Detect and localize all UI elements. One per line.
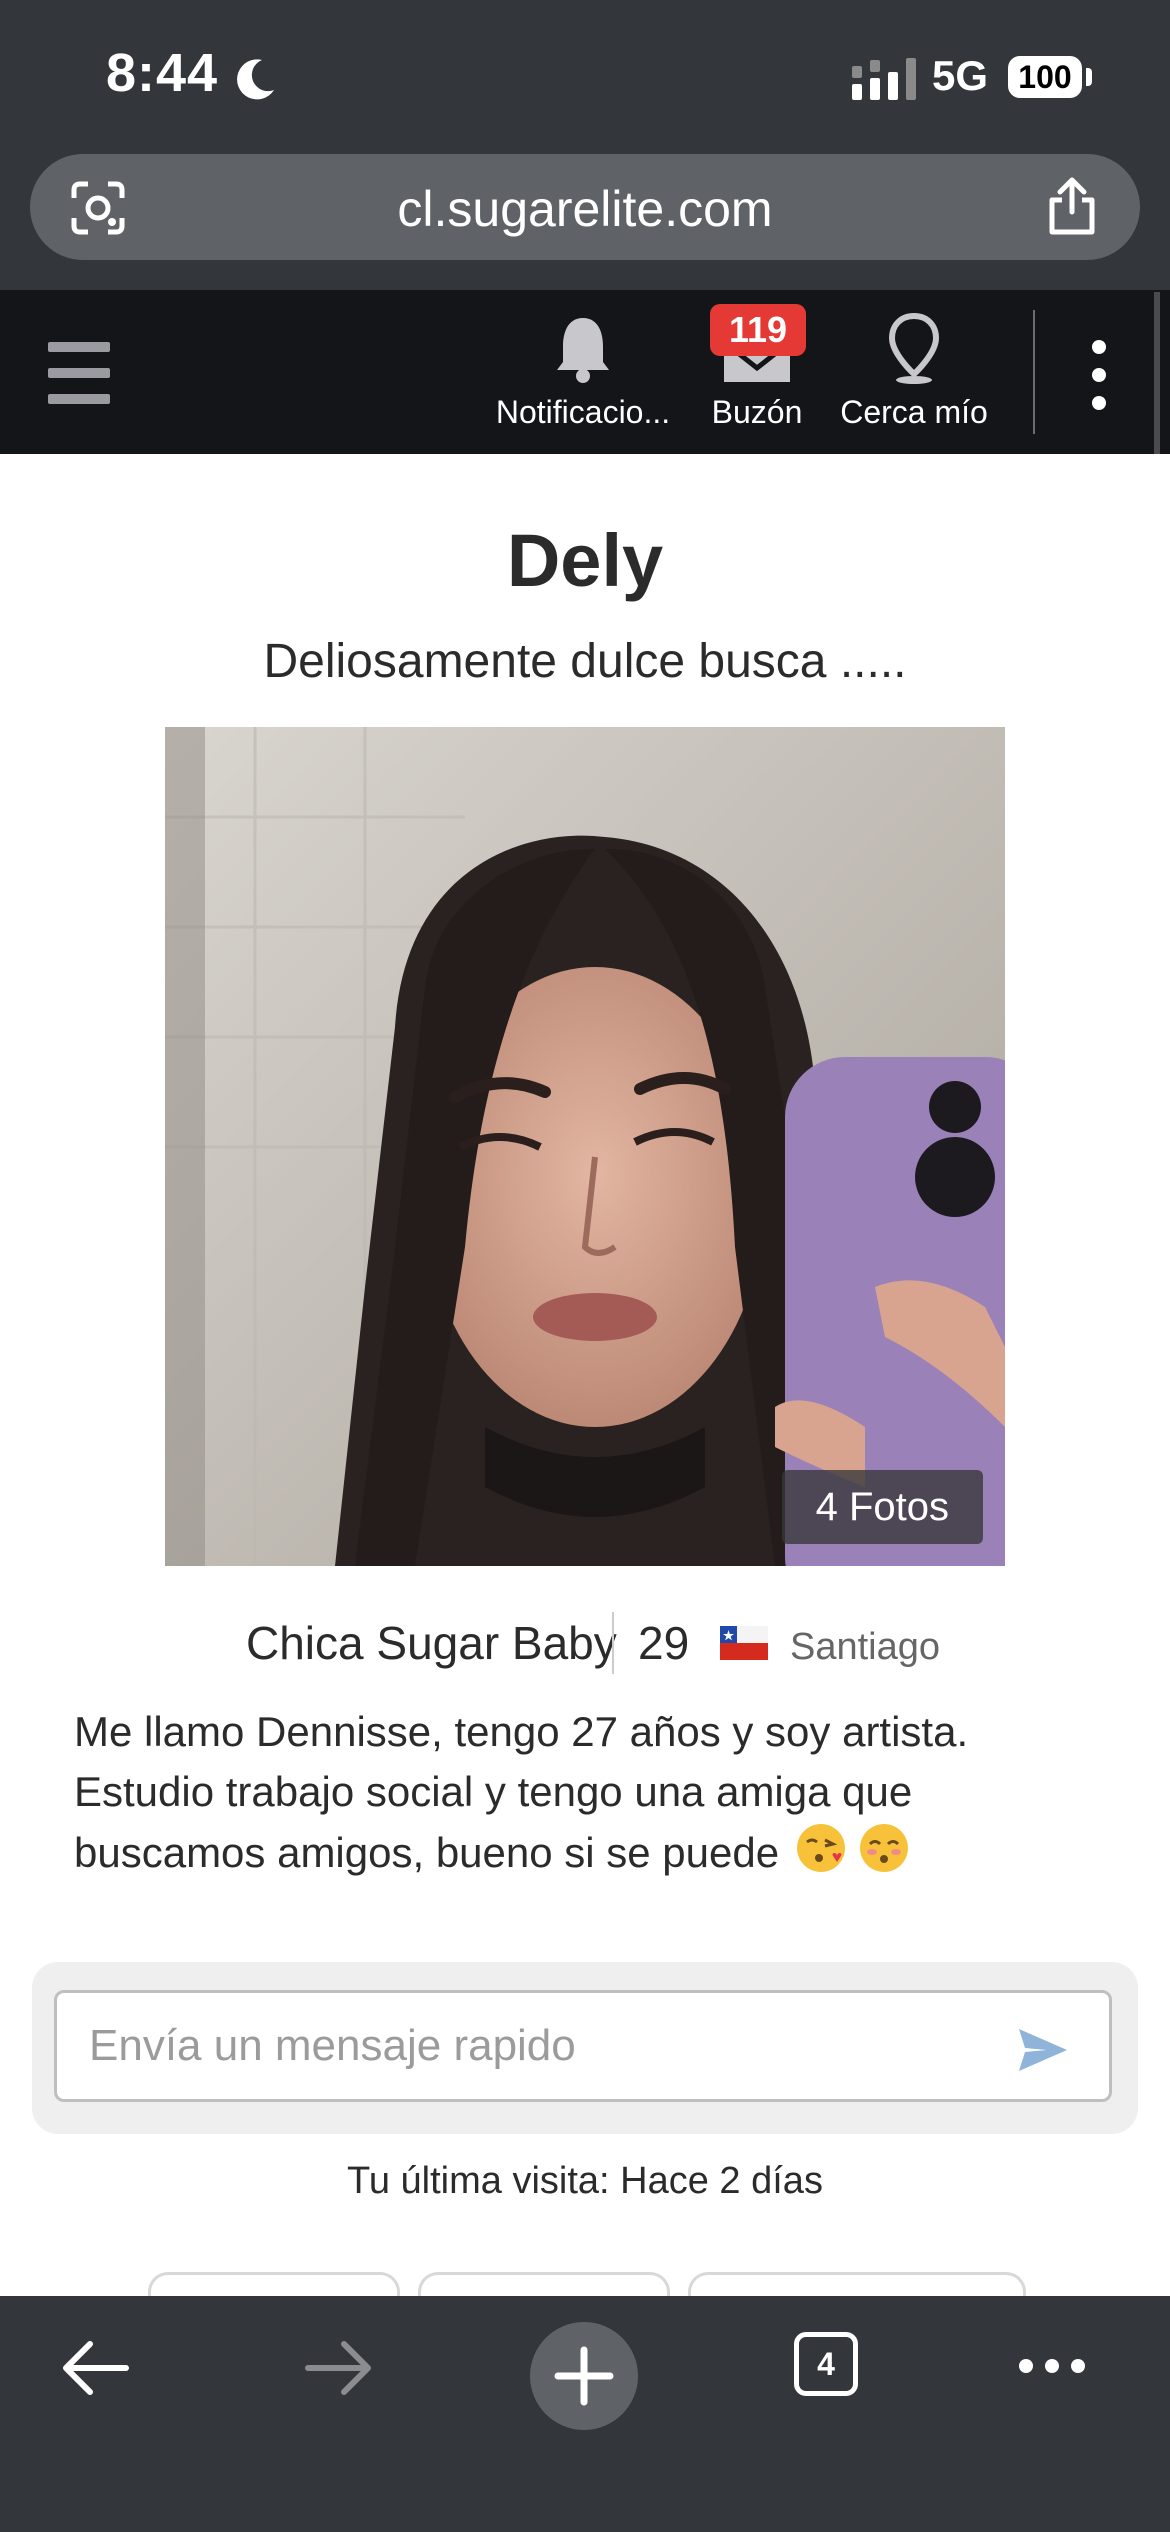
inbox-count-badge: 119 [710, 304, 806, 356]
nav-notifications-label: Notificacio... [495, 394, 671, 430]
face-blowing-kiss-icon [796, 1824, 845, 1872]
site-navbar: Notificacio... Buzón 119 Cerca mío [0, 290, 1170, 454]
battery-icon: 100 [1008, 56, 1082, 98]
last-visit-text: Tu última visita: Hace 2 días [347, 2160, 823, 2202]
location-pin-icon [888, 312, 940, 384]
url-bar[interactable]: cl.sugarelite.com [30, 154, 1140, 260]
profile-bio: Me llamo Dennisse, tengo 27 años y soy a… [74, 1702, 1094, 1890]
nav-nearby-label: Cerca mío [840, 394, 988, 430]
signal-icon [852, 58, 916, 100]
profile-age: 29 [638, 1617, 690, 1669]
info-separator [612, 1612, 614, 1674]
plus-icon [554, 2346, 614, 2406]
profile-city: Santiago [790, 1626, 941, 1668]
quick-message-input[interactable]: Envía un mensaje rapido [54, 1990, 1112, 2102]
send-icon[interactable] [1017, 2027, 1069, 2073]
tabs-count-button[interactable]: 4 [794, 2332, 858, 2396]
bio-emojis [795, 1822, 911, 1890]
profile-name: Dely [506, 519, 664, 602]
profile-info-row: Chica Sugar Baby 29 Santiago [0, 1612, 1170, 1682]
bell-icon [557, 318, 609, 383]
scrollbar[interactable] [1154, 292, 1160, 454]
nav-notifications[interactable]: Notificacio... [488, 312, 678, 431]
quick-message-panel: Envía un mensaje rapido [32, 1962, 1138, 2134]
more-menu-icon[interactable] [1016, 2354, 1088, 2378]
quick-message-placeholder: Envía un mensaje rapido [89, 2021, 576, 2070]
hamburger-menu-icon[interactable] [48, 342, 110, 404]
moon-icon [237, 59, 274, 100]
browser-top-chrome: 8:44 5G 100 cl.sugarelite.com [0, 0, 1170, 290]
more-options-icon[interactable] [1092, 340, 1108, 410]
profile-tagline: Deliosamente dulce busca ..... [263, 635, 907, 688]
profile-type: Chica Sugar Baby [246, 1617, 617, 1669]
browser-bottom-toolbar: 4 [0, 2296, 1170, 2532]
profile-photo[interactable]: 4 Fotos [165, 727, 1005, 1566]
photo-count-badge[interactable]: 4 Fotos [781, 1470, 983, 1544]
nav-inbox-label: Buzón [711, 394, 803, 430]
profile-photo-image [165, 727, 1005, 1566]
new-tab-button[interactable] [530, 2322, 638, 2430]
back-arrow-icon[interactable] [60, 2338, 130, 2398]
nav-nearby[interactable]: Cerca mío [834, 312, 994, 431]
url-text[interactable]: cl.sugarelite.com [30, 180, 1140, 238]
kissing-face-smiling-eyes-icon [860, 1824, 909, 1872]
chile-flag-icon [720, 1626, 768, 1660]
network-type: 5G [932, 52, 989, 99]
battery-tip [1086, 68, 1092, 86]
nav-divider [1033, 310, 1035, 434]
forward-arrow-icon[interactable] [304, 2338, 374, 2398]
share-icon[interactable] [1044, 176, 1100, 236]
status-time: 8:44 [106, 43, 219, 103]
